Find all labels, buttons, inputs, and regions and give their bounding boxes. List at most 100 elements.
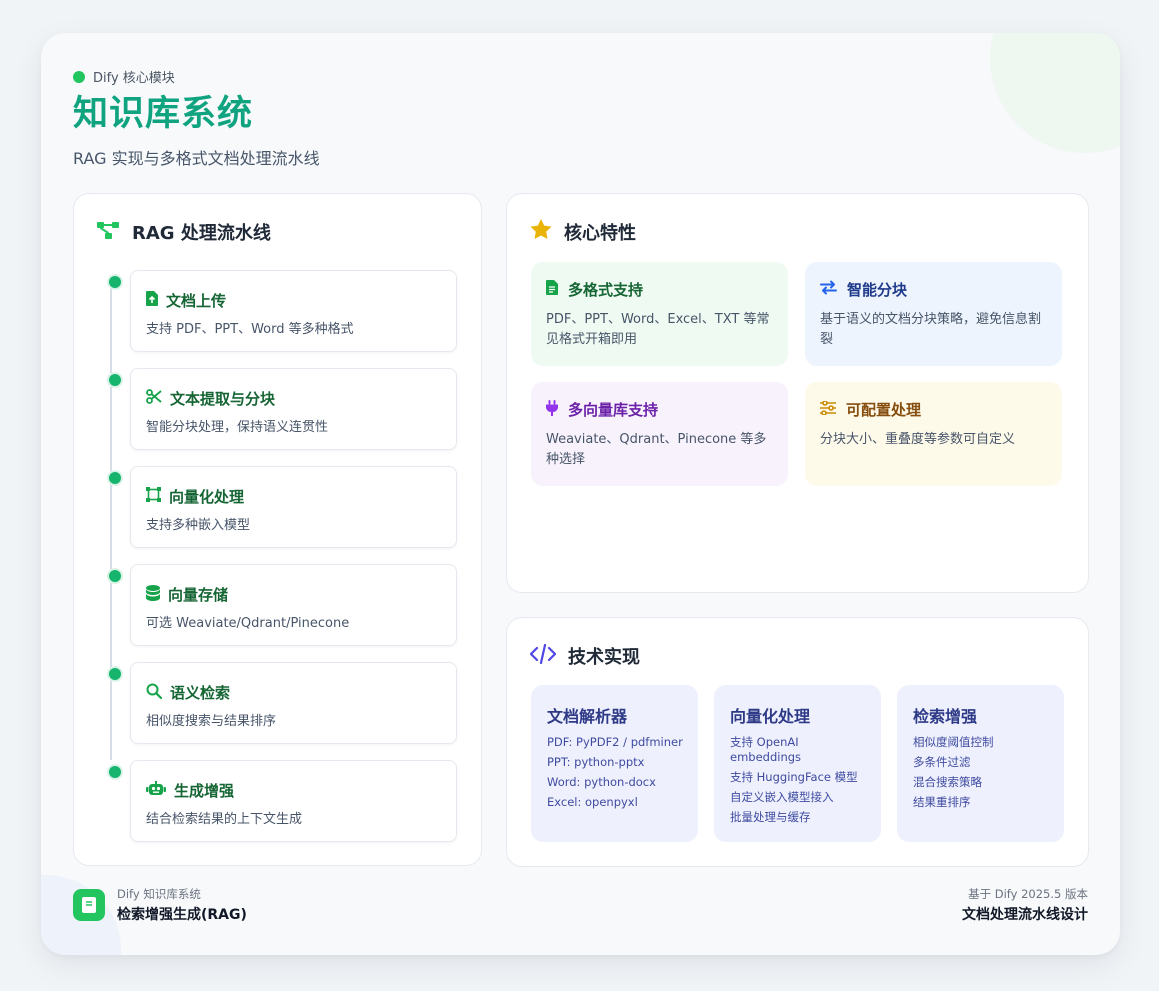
list-item: 支持 HuggingFace 模型 xyxy=(730,770,858,784)
exchange-icon xyxy=(820,280,837,299)
feature-title: 可配置处理 xyxy=(820,399,921,420)
tech-card: 文档解析器 PDF: PyPDF2 / pdfminer PPT: python… xyxy=(531,685,698,842)
pipeline-panel: RAG 处理流水线 文档上传 支持 PDF、PPT、Word 等多种格式 文本提… xyxy=(73,193,482,866)
step-desc: 相似度搜索与结果排序 xyxy=(146,714,277,729)
page-subtitle: RAG 实现与多格式文档处理流水线 xyxy=(73,149,320,168)
tech-header: 技术实现 xyxy=(529,643,640,669)
sliders-icon xyxy=(820,399,836,419)
step-title: 文本提取与分块 xyxy=(146,388,275,409)
list-item: PDF: PyPDF2 / pdfminer xyxy=(547,735,683,749)
tech-card: 向量化处理 支持 OpenAI embeddings 支持 HuggingFac… xyxy=(714,685,881,842)
step-title: 文档上传 xyxy=(146,290,226,311)
main-card: Dify 核心模块 知识库系统 RAG 实现与多格式文档处理流水线 RAG 处理… xyxy=(41,33,1120,955)
feature-title: 多向量库支持 xyxy=(546,399,658,420)
features-header: 核心特性 xyxy=(530,219,636,245)
timeline-dot xyxy=(107,372,123,388)
feature-desc: Weaviate、Qdrant、Pinecone 等多种选择 xyxy=(546,432,767,467)
timeline-line xyxy=(110,282,112,760)
step-title: 向量化处理 xyxy=(146,486,244,507)
footer-right-big: 文档处理流水线设计 xyxy=(962,907,1088,923)
step-title-text: 生成增强 xyxy=(174,782,235,800)
tech-card: 检索增强 相似度阈值控制 多条件过滤 混合搜索策略 结果重排序 xyxy=(897,685,1064,842)
step-title: 语义检索 xyxy=(146,682,230,703)
feature-title: 多格式支持 xyxy=(546,279,643,300)
step-title: 生成增强 xyxy=(146,780,234,801)
pipeline-step: 生成增强 结合检索结果的上下文生成 xyxy=(107,760,457,842)
tech-card-list: 相似度阈值控制 多条件过滤 混合搜索策略 结果重排序 xyxy=(913,735,1056,815)
feature-desc: 分块大小、重叠度等参数可自定义 xyxy=(820,432,1016,447)
database-icon xyxy=(146,584,160,605)
feature-card: 多向量库支持 Weaviate、Qdrant、Pinecone 等多种选择 xyxy=(531,382,788,486)
project-diagram-icon xyxy=(96,220,120,245)
timeline-dot xyxy=(107,666,123,682)
file-upload-icon xyxy=(146,291,158,310)
feature-title-text: 智能分块 xyxy=(847,281,908,299)
pipeline-title: RAG 处理流水线 xyxy=(132,223,271,244)
features-panel: 核心特性 多格式支持 PDF、PPT、Word、Excel、TXT 等常见格式开… xyxy=(506,193,1089,593)
pipeline-header: RAG 处理流水线 xyxy=(96,219,271,245)
feature-title-text: 多格式支持 xyxy=(568,281,644,299)
feature-title-text: 可配置处理 xyxy=(846,401,922,419)
list-item: 相似度阈值控制 xyxy=(913,735,994,749)
decor-circle xyxy=(990,33,1120,153)
tech-card-list: 支持 OpenAI embeddings 支持 HuggingFace 模型 自… xyxy=(730,735,873,830)
step-title-text: 向量化处理 xyxy=(169,488,245,506)
feature-card: 多格式支持 PDF、PPT、Word、Excel、TXT 等常见格式开箱即用 xyxy=(531,262,788,366)
list-item: 自定义嵌入模型接入 xyxy=(730,790,834,804)
step-desc: 结合检索结果的上下文生成 xyxy=(146,812,303,827)
list-item: 结果重排序 xyxy=(913,795,971,809)
timeline-dot xyxy=(107,568,123,584)
list-item: 支持 OpenAI embeddings xyxy=(730,735,802,764)
module-tag-label: Dify 核心模块 xyxy=(93,71,175,86)
page-title: 知识库系统 xyxy=(73,94,254,134)
feature-title: 智能分块 xyxy=(820,279,907,300)
footer-right-small: 基于 Dify 2025.5 版本 xyxy=(968,887,1088,901)
step-desc: 智能分块处理，保持语义连贯性 xyxy=(146,420,329,435)
tech-panel: 技术实现 文档解析器 PDF: PyPDF2 / pdfminer PPT: p… xyxy=(506,617,1089,867)
list-item: Word: python-docx xyxy=(547,775,656,789)
book-icon xyxy=(73,889,105,921)
feature-title-text: 多向量库支持 xyxy=(568,401,659,419)
tech-card-title: 文档解析器 xyxy=(547,707,628,726)
step-title-text: 语义检索 xyxy=(170,684,231,702)
pipeline-step: 向量存储 可选 Weaviate/Qdrant/Pinecone xyxy=(107,564,457,646)
timeline-dot xyxy=(107,764,123,780)
pipeline-step: 向量化处理 支持多种嵌入模型 xyxy=(107,466,457,548)
status-dot xyxy=(73,70,85,83)
step-title-text: 文本提取与分块 xyxy=(170,390,276,408)
pipeline-step: 文档上传 支持 PDF、PPT、Word 等多种格式 xyxy=(107,270,457,352)
scissors-icon xyxy=(146,389,162,408)
tech-card-title: 检索增强 xyxy=(913,707,978,726)
feature-card: 智能分块 基于语义的文档分块策略，避免信息割裂 xyxy=(805,262,1062,366)
plug-icon xyxy=(546,399,558,420)
tech-card-list: PDF: PyPDF2 / pdfminer PPT: python-pptx … xyxy=(547,735,690,815)
feature-card: 可配置处理 分块大小、重叠度等参数可自定义 xyxy=(805,382,1062,486)
footer-left-big: 检索增强生成(RAG) xyxy=(117,907,247,923)
robot-icon xyxy=(146,781,166,800)
tech-card-title: 向量化处理 xyxy=(730,707,811,726)
timeline-dot xyxy=(107,274,123,290)
list-item: 批量处理与缓存 xyxy=(730,810,811,824)
step-title: 向量存储 xyxy=(146,584,228,605)
vector-square-icon xyxy=(146,487,161,506)
search-icon xyxy=(146,683,163,703)
code-icon xyxy=(529,643,557,669)
step-title-text: 向量存储 xyxy=(168,586,229,604)
step-desc: 支持多种嵌入模型 xyxy=(146,518,251,533)
timeline-dot xyxy=(107,470,123,486)
footer-left-small: Dify 知识库系统 xyxy=(117,887,201,901)
footer-right: 基于 Dify 2025.5 版本 文档处理流水线设计 xyxy=(962,886,1088,924)
page-header: Dify 核心模块 知识库系统 RAG 实现与多格式文档处理流水线 xyxy=(73,67,320,169)
list-item: PPT: python-pptx xyxy=(547,755,645,769)
module-tag: Dify 核心模块 xyxy=(73,67,320,86)
list-item: Excel: openpyxl xyxy=(547,795,638,809)
tech-title: 技术实现 xyxy=(568,647,640,668)
list-item: 多条件过滤 xyxy=(913,755,971,769)
step-title-text: 文档上传 xyxy=(166,292,227,310)
step-desc: 支持 PDF、PPT、Word 等多种格式 xyxy=(146,322,354,337)
step-desc: 可选 Weaviate/Qdrant/Pinecone xyxy=(146,616,350,631)
features-title: 核心特性 xyxy=(564,223,636,244)
file-icon xyxy=(546,280,558,299)
star-icon xyxy=(530,219,552,245)
footer-left: Dify 知识库系统 检索增强生成(RAG) xyxy=(73,886,247,924)
